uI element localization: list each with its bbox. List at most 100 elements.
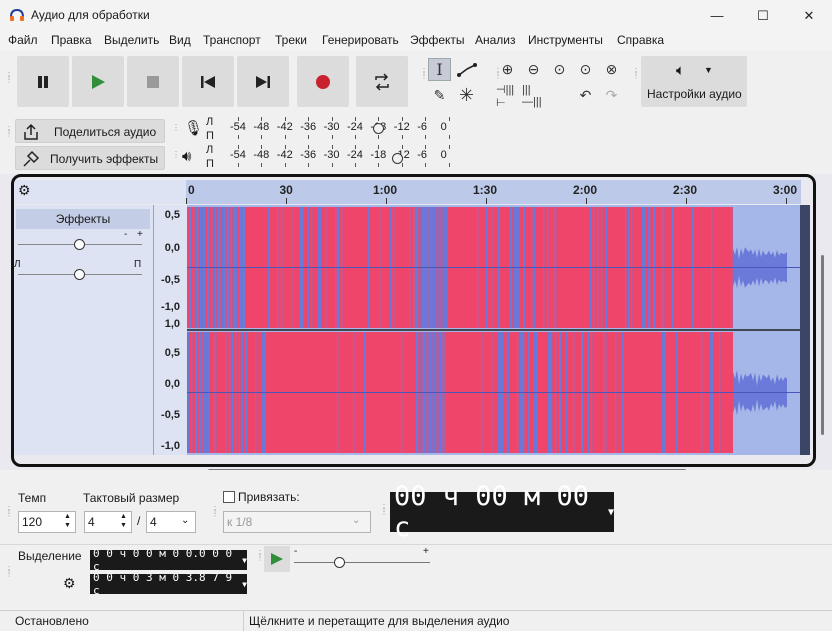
- trim-button[interactable]: ⊣|||⊢: [496, 84, 519, 109]
- fit-selection-button[interactable]: ⊙: [548, 58, 571, 81]
- minimize-button[interactable]: —: [694, 0, 740, 31]
- highlight-frame: [11, 174, 816, 467]
- menu-tracks[interactable]: Треки: [275, 33, 307, 47]
- zoom-in-button[interactable]: ⊕: [496, 58, 519, 81]
- record-meter[interactable]: -54-48-42-36-30-24-18-12-60: [216, 117, 450, 141]
- share-audio-button[interactable]: Поделиться аудио: [15, 119, 165, 143]
- close-button[interactable]: ✕: [786, 0, 832, 31]
- fit-project-button[interactable]: ⊙: [574, 58, 597, 81]
- toolbar-grip[interactable]: ⋮ ⋮: [380, 504, 388, 516]
- menu-help[interactable]: Справка: [617, 33, 664, 47]
- meter-tick-label: -54: [230, 121, 246, 133]
- audacity-logo-icon: [10, 8, 24, 21]
- undo-button[interactable]: ↶: [574, 84, 597, 107]
- pencil-icon: ✎: [433, 87, 446, 103]
- meter-tick: [261, 145, 263, 149]
- toolbar-grip[interactable]: ⋮ ⋮: [256, 550, 264, 562]
- skip-to-end-button[interactable]: [237, 56, 289, 107]
- toolbar-grip[interactable]: ⋮ ⋮: [5, 72, 13, 84]
- menu-analyze[interactable]: Анализ: [475, 33, 516, 47]
- meter-grip[interactable]: ⋮: [172, 151, 180, 159]
- microphone-icon[interactable]: 🎙︎: [184, 119, 203, 137]
- meter-tick: [448, 145, 450, 149]
- record-volume-slider[interactable]: [373, 123, 384, 134]
- speaker-meter-icon[interactable]: 🔊︎: [182, 148, 191, 165]
- meter-tick: [238, 145, 239, 149]
- toolbar-grip[interactable]: ⋮ ⋮: [420, 68, 428, 80]
- time-display-value: 00 ч 00 м 00 с: [394, 481, 590, 543]
- speed-slider-thumb[interactable]: [334, 557, 345, 568]
- menu-tools[interactable]: Инструменты: [528, 33, 603, 47]
- silence-button[interactable]: |||—|||: [522, 84, 545, 108]
- plugin-icon: [23, 150, 40, 167]
- multi-tool[interactable]: ✳: [455, 84, 478, 107]
- meter-tick-label: -24: [347, 149, 363, 161]
- meter-tick: [238, 117, 239, 121]
- tempo-stepper-icon[interactable]: ▲ ▼: [64, 512, 71, 530]
- speed-slider-track[interactable]: [294, 562, 430, 563]
- meter-tick: [308, 135, 310, 139]
- selection-start-time[interactable]: 0 0 ч 0 0 м 0 0.0 0 0 с ▼: [90, 547, 247, 573]
- selection-tool[interactable]: I: [428, 58, 451, 81]
- window-title: Аудио для обработки: [31, 8, 150, 22]
- pause-button[interactable]: [17, 56, 69, 107]
- menu-transport[interactable]: Транспорт: [203, 33, 261, 47]
- loop-button[interactable]: [356, 56, 408, 107]
- snap-select[interactable]: к 1/8 ⌄: [223, 511, 371, 533]
- draw-tool[interactable]: ✎: [428, 84, 451, 107]
- meter-tick: [448, 163, 450, 167]
- meter-tick: [378, 163, 380, 167]
- toolbar-grip[interactable]: ⋮ ⋮: [211, 506, 219, 518]
- toolbar-grip[interactable]: ⋮ ⋮: [5, 126, 13, 138]
- menu-file[interactable]: Файл: [8, 33, 38, 47]
- audio-settings-button[interactable]: 🔈︎ ▼ Настройки аудио: [641, 56, 747, 107]
- gear-icon[interactable]: ⚙: [63, 575, 76, 592]
- asterisk-icon: ✳: [458, 85, 475, 105]
- vertical-scrollbar[interactable]: [821, 255, 824, 435]
- toolbar-grip[interactable]: ⋮ ⋮: [5, 506, 13, 518]
- dropdown-arrow-icon: ▼: [242, 555, 247, 565]
- play-at-speed-button[interactable]: [264, 546, 290, 572]
- time-display[interactable]: 00 ч 00 м 00 с ▼: [390, 481, 614, 543]
- menu-view[interactable]: Вид: [169, 33, 191, 47]
- play-button[interactable]: [72, 56, 124, 107]
- meter-tick: [284, 145, 286, 149]
- menu-generate[interactable]: Генерировать: [322, 33, 399, 47]
- menu-select[interactable]: Выделить: [104, 33, 159, 47]
- share-icon: [24, 123, 38, 140]
- meter-tick: [355, 135, 356, 139]
- zoom-toggle-button[interactable]: ⊗: [600, 58, 623, 81]
- maximize-button[interactable]: ☐: [740, 0, 786, 31]
- zoom-out-button[interactable]: ⊖: [522, 58, 545, 81]
- meter-tick-label: -48: [253, 149, 270, 161]
- menu-effects[interactable]: Эффекты: [410, 33, 465, 47]
- playback-meter[interactable]: -54-48-42-36-30-24-18-12-60: [216, 145, 450, 169]
- meter-tick: [308, 145, 310, 149]
- meter-tick: [378, 117, 380, 121]
- menu-edit[interactable]: Правка: [51, 33, 92, 47]
- stop-button[interactable]: [127, 56, 179, 107]
- meter-tick-label: 0: [440, 149, 447, 161]
- stop-icon: [147, 75, 159, 88]
- time-signature-denominator[interactable]: 4 ⌄: [146, 511, 196, 533]
- playback-volume-slider[interactable]: [392, 153, 403, 164]
- meter-grip[interactable]: ⋮: [172, 124, 180, 132]
- redo-button[interactable]: ↷: [600, 84, 623, 107]
- meter-tick-label: -6: [417, 121, 427, 133]
- zoom-in-icon: ⊕: [501, 61, 514, 77]
- snap-checkbox[interactable]: [223, 491, 235, 503]
- get-effects-button[interactable]: Получить эффекты: [15, 146, 165, 170]
- toolbar-grip[interactable]: ⋮ ⋮: [632, 68, 640, 80]
- record-button[interactable]: [297, 56, 349, 107]
- meter-tick-label: -30: [323, 149, 340, 161]
- envelope-tool[interactable]: [455, 58, 478, 81]
- toolbar-grip[interactable]: ⋮ ⋮: [5, 566, 13, 578]
- selection-label: Выделение: [18, 549, 82, 563]
- numerator-stepper-icon[interactable]: ▲ ▼: [120, 512, 127, 530]
- divider: [0, 544, 832, 545]
- meter-tick-label: -30: [323, 121, 340, 133]
- meter-tick: [401, 145, 403, 149]
- selection-end-time[interactable]: 0 0 ч 0 3 м 0 3.8 7 9 с ▼: [90, 571, 247, 597]
- tempo-value: 120: [22, 515, 43, 529]
- skip-to-start-button[interactable]: [182, 56, 234, 107]
